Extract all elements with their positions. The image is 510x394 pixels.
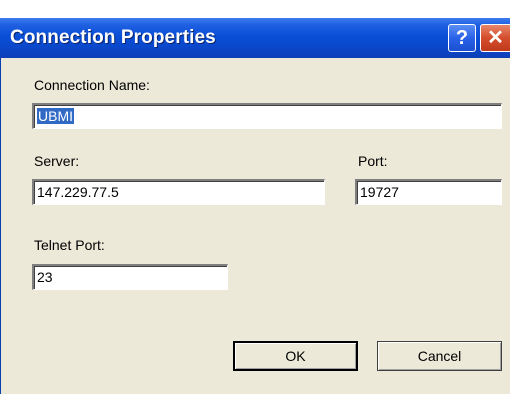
title-bar[interactable]: Connection Properties ? ✕: [0, 18, 510, 58]
connection-name-value: UBMI: [37, 108, 74, 124]
window-title: Connection Properties: [10, 27, 216, 48]
ok-button[interactable]: OK: [233, 341, 358, 371]
telnet-port-value: 23: [37, 269, 53, 285]
server-label: Server:: [34, 153, 80, 169]
server-value: 147.229.77.5: [37, 184, 119, 200]
help-button[interactable]: ?: [448, 24, 476, 52]
close-button[interactable]: ✕: [480, 24, 510, 52]
connection-name-label: Connection Name:: [34, 77, 150, 93]
help-icon: ?: [455, 27, 469, 49]
port-value: 19727: [360, 184, 399, 200]
server-field[interactable]: 147.229.77.5: [32, 179, 325, 205]
connection-name-field[interactable]: UBMI: [32, 103, 502, 129]
connection-properties-dialog: Connection Properties ? ✕ Connection Nam…: [0, 0, 510, 394]
cancel-button[interactable]: Cancel: [377, 341, 502, 371]
port-field[interactable]: 19727: [355, 179, 502, 205]
close-icon: ✕: [487, 27, 504, 49]
port-label: Port:: [358, 153, 388, 169]
telnet-port-field[interactable]: 23: [32, 264, 228, 290]
window-border: [0, 58, 8, 394]
telnet-port-label: Telnet Port:: [34, 237, 105, 253]
